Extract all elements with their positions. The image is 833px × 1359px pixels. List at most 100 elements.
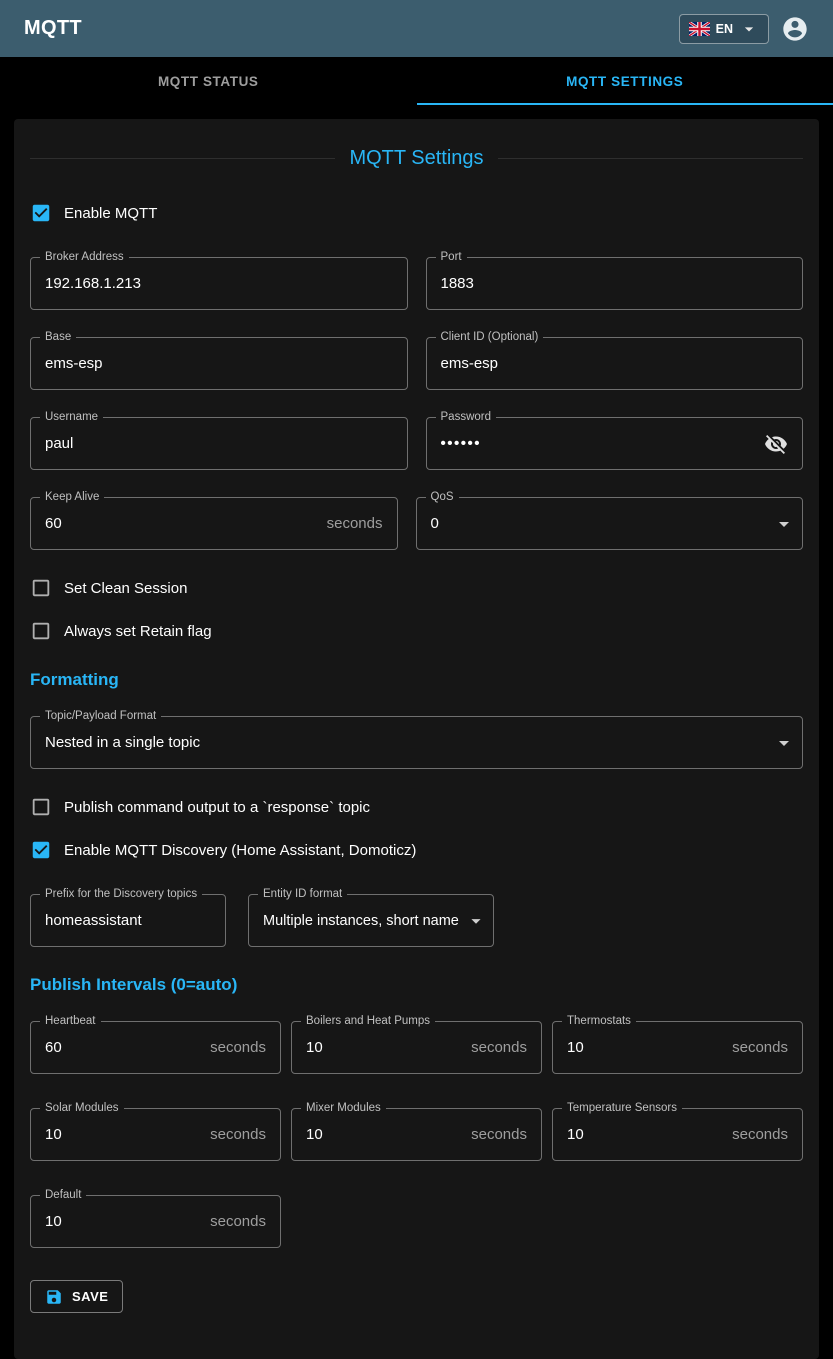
field-label: Base <box>40 331 76 343</box>
field-suffix: seconds <box>210 1213 266 1230</box>
checkbox-unchecked-icon <box>30 620 52 642</box>
page-title: MQTT Settings <box>349 147 483 170</box>
page-title-divider: MQTT Settings <box>30 147 803 170</box>
tab-mqtt-status[interactable]: MQTT STATUS <box>0 57 417 105</box>
field-label: Port <box>436 251 467 263</box>
heartbeat-interval-input[interactable]: Heartbeat 60 seconds <box>30 1021 281 1074</box>
publish-intervals-heading: Publish Intervals (0=auto) <box>30 975 803 995</box>
field-suffix: seconds <box>471 1039 527 1056</box>
enable-mqtt-checkbox[interactable]: Enable MQTT <box>30 202 803 224</box>
field-label: Mixer Modules <box>301 1102 386 1114</box>
entity-id-format-select[interactable]: Entity ID format Multiple instances, sho… <box>248 894 494 947</box>
tab-bar: MQTT STATUS MQTT SETTINGS <box>0 57 833 105</box>
broker-address-input[interactable]: Broker Address 192.168.1.213 <box>30 257 408 310</box>
temperature-sensors-interval-input[interactable]: Temperature Sensors 10 seconds <box>552 1108 803 1161</box>
thermostats-interval-input[interactable]: Thermostats 10 seconds <box>552 1021 803 1074</box>
field-value: paul <box>45 435 73 452</box>
dropdown-arrow-icon <box>772 731 796 755</box>
account-button[interactable] <box>781 15 809 43</box>
intervals-grid: Heartbeat 60 seconds Boilers and Heat Pu… <box>30 1021 803 1248</box>
form-row: Keep Alive 60 seconds QoS 0 <box>30 497 803 550</box>
field-label: Temperature Sensors <box>562 1102 682 1114</box>
uk-flag-icon <box>689 22 710 36</box>
checkbox-label: Enable MQTT Discovery (Home Assistant, D… <box>64 842 416 859</box>
dropdown-arrow-icon <box>772 512 796 536</box>
field-value: 10 <box>567 1039 584 1056</box>
field-value: 10 <box>306 1126 323 1143</box>
field-value: •••••• <box>441 435 482 452</box>
default-interval-input[interactable]: Default 10 seconds <box>30 1195 281 1248</box>
save-button-label: SAVE <box>72 1289 108 1304</box>
set-clean-session-checkbox[interactable]: Set Clean Session <box>30 577 803 599</box>
field-suffix: seconds <box>732 1126 788 1143</box>
form-row: Base ems-esp Client ID (Optional) ems-es… <box>30 337 803 390</box>
password-input[interactable]: Password •••••• <box>426 417 804 470</box>
field-label: Topic/Payload Format <box>40 710 161 722</box>
account-circle-icon <box>781 15 809 43</box>
form-row: Prefix for the Discovery topics homeassi… <box>30 894 803 947</box>
checkbox-checked-icon <box>30 202 52 224</box>
chevron-down-icon <box>739 19 759 39</box>
form-row: Username paul Password •••••• <box>30 417 803 470</box>
qos-select[interactable]: QoS 0 <box>416 497 804 550</box>
checkbox-unchecked-icon <box>30 796 52 818</box>
field-label: Keep Alive <box>40 491 104 503</box>
language-label: EN <box>716 22 733 36</box>
field-label: Entity ID format <box>258 888 347 900</box>
field-label: QoS <box>426 491 459 503</box>
field-value: 10 <box>567 1126 584 1143</box>
base-input[interactable]: Base ems-esp <box>30 337 408 390</box>
language-selector[interactable]: EN <box>679 14 769 44</box>
boilers-interval-input[interactable]: Boilers and Heat Pumps 10 seconds <box>291 1021 542 1074</box>
topic-payload-format-select[interactable]: Topic/Payload Format Nested in a single … <box>30 716 803 769</box>
field-value: Nested in a single topic <box>45 734 200 751</box>
field-label: Boilers and Heat Pumps <box>301 1015 435 1027</box>
field-value: 192.168.1.213 <box>45 275 141 292</box>
checkbox-label: Publish command output to a `response` t… <box>64 799 370 816</box>
divider-line <box>498 158 803 159</box>
field-label: Thermostats <box>562 1015 636 1027</box>
field-suffix: seconds <box>210 1039 266 1056</box>
field-label: Broker Address <box>40 251 129 263</box>
discovery-prefix-input[interactable]: Prefix for the Discovery topics homeassi… <box>30 894 226 947</box>
save-button[interactable]: SAVE <box>30 1280 123 1313</box>
field-suffix: seconds <box>327 515 383 532</box>
field-value: 10 <box>306 1039 323 1056</box>
mqtt-discovery-checkbox[interactable]: Enable MQTT Discovery (Home Assistant, D… <box>30 839 803 861</box>
retain-flag-checkbox[interactable]: Always set Retain flag <box>30 620 803 642</box>
tab-mqtt-settings[interactable]: MQTT SETTINGS <box>417 57 833 105</box>
port-input[interactable]: Port 1883 <box>426 257 804 310</box>
field-value: 60 <box>45 515 62 532</box>
field-label: Password <box>436 411 497 423</box>
field-value: ems-esp <box>45 355 103 372</box>
save-icon <box>45 1288 63 1306</box>
appbar-actions: EN <box>679 14 809 44</box>
field-value: 1883 <box>441 275 474 292</box>
field-label: Default <box>40 1189 86 1201</box>
visibility-off-icon <box>764 432 788 456</box>
app-title: MQTT <box>24 17 82 40</box>
divider-line <box>30 158 335 159</box>
checkbox-unchecked-icon <box>30 577 52 599</box>
app-bar: MQTT EN <box>0 0 833 57</box>
field-value: homeassistant <box>45 912 142 929</box>
username-input[interactable]: Username paul <box>30 417 408 470</box>
form-row: Broker Address 192.168.1.213 Port 1883 <box>30 257 803 310</box>
keep-alive-input[interactable]: Keep Alive 60 seconds <box>30 497 398 550</box>
field-value: 10 <box>45 1213 62 1230</box>
field-value: 60 <box>45 1039 62 1056</box>
field-label: Username <box>40 411 103 423</box>
solar-modules-interval-input[interactable]: Solar Modules 10 seconds <box>30 1108 281 1161</box>
field-value: 0 <box>431 515 439 532</box>
client-id-input[interactable]: Client ID (Optional) ems-esp <box>426 337 804 390</box>
mixer-modules-interval-input[interactable]: Mixer Modules 10 seconds <box>291 1108 542 1161</box>
checkbox-checked-icon <box>30 839 52 861</box>
field-suffix: seconds <box>210 1126 266 1143</box>
field-label: Prefix for the Discovery topics <box>40 888 202 900</box>
password-visibility-toggle[interactable] <box>764 432 788 456</box>
field-value: 10 <box>45 1126 62 1143</box>
field-suffix: seconds <box>471 1126 527 1143</box>
form-row: Topic/Payload Format Nested in a single … <box>30 716 803 769</box>
field-label: Heartbeat <box>40 1015 101 1027</box>
response-topic-checkbox[interactable]: Publish command output to a `response` t… <box>30 796 803 818</box>
